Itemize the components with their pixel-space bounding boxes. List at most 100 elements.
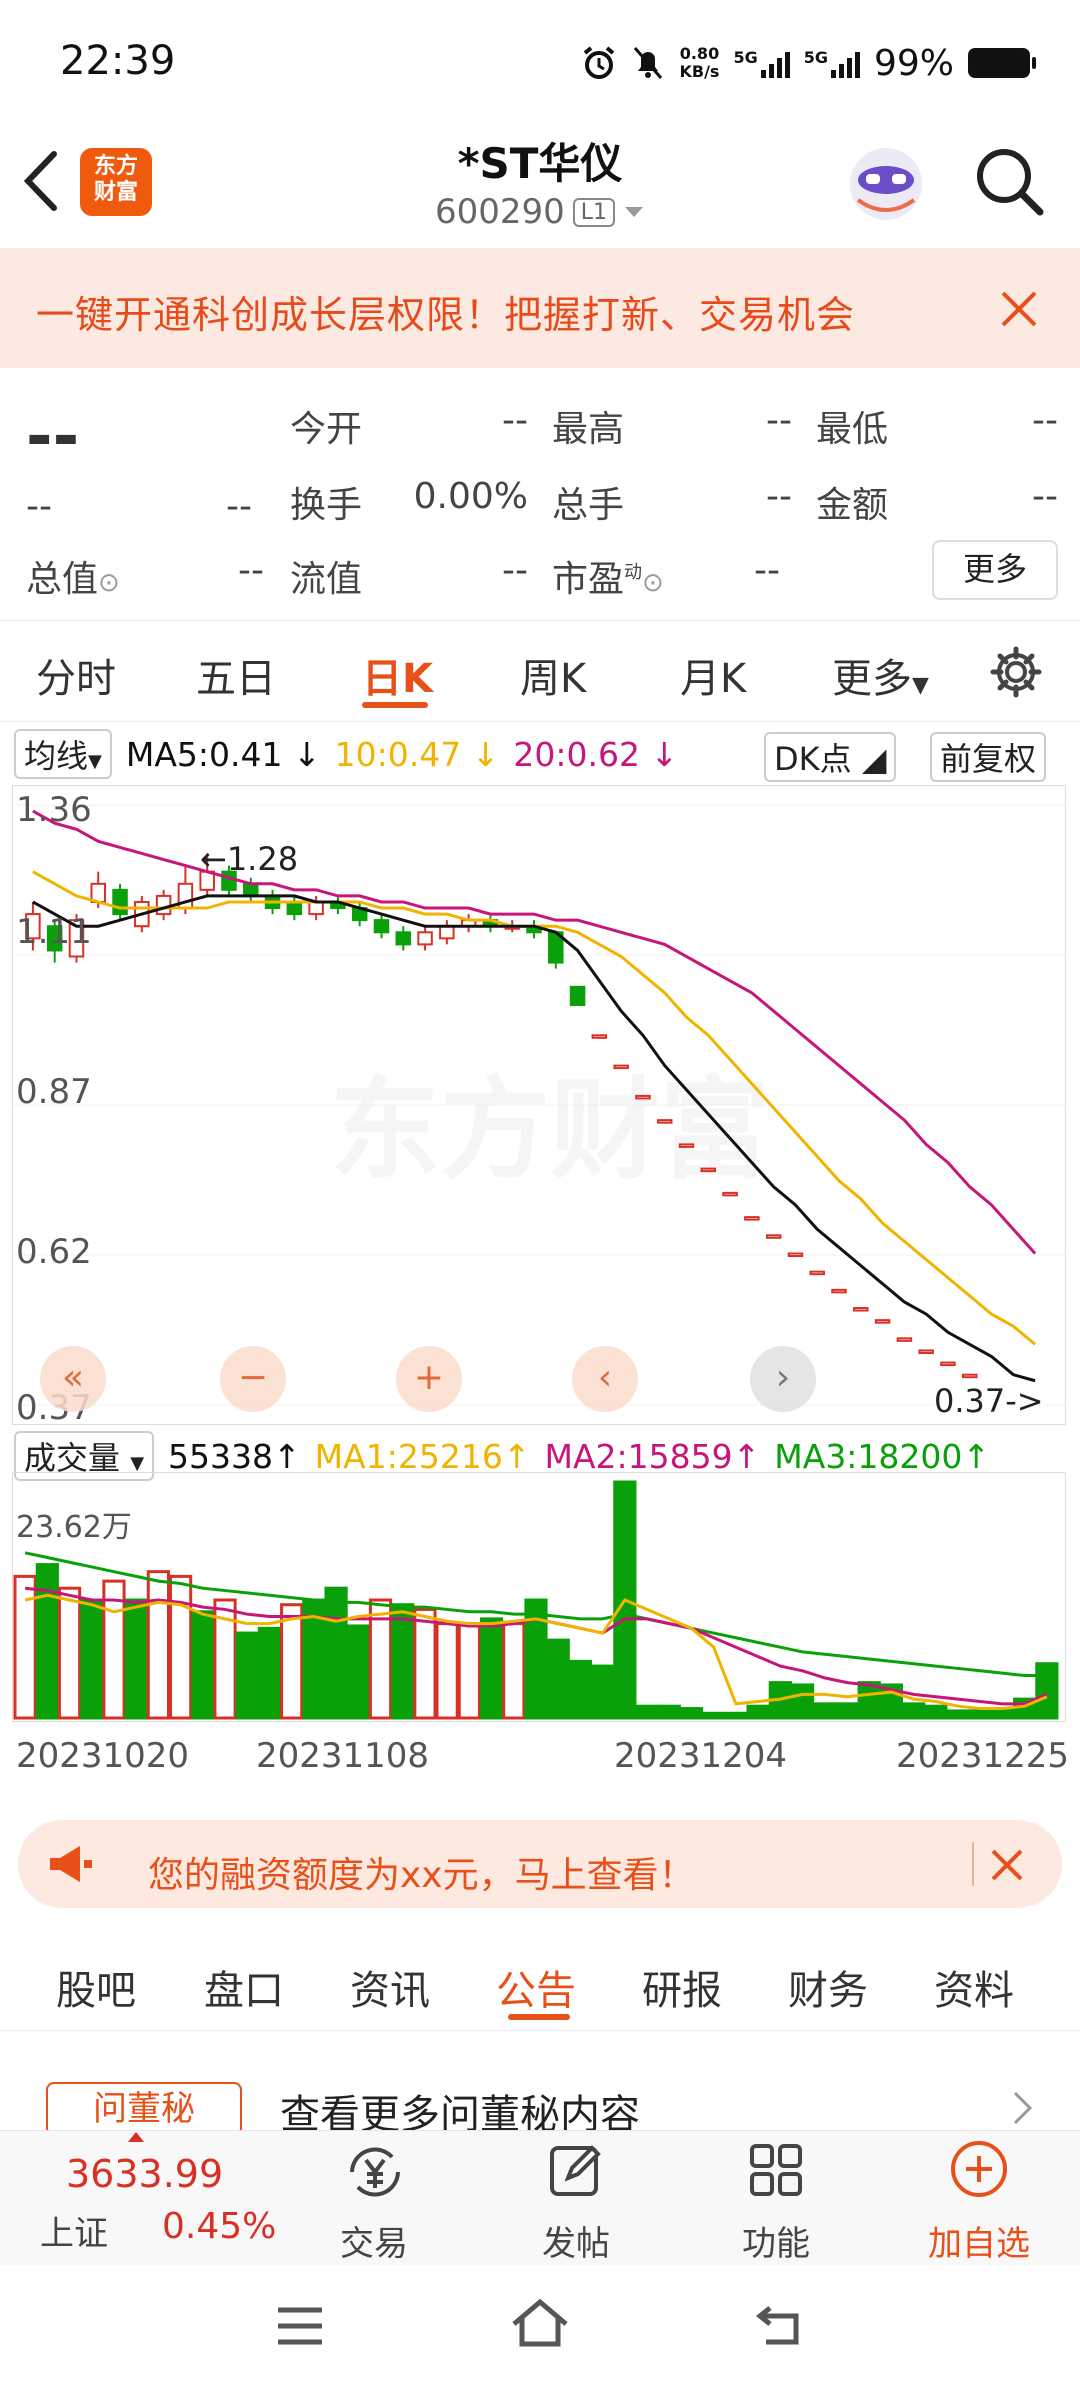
menu-icon[interactable] — [276, 2306, 324, 2346]
index-value[interactable]: 3633.99 — [66, 2152, 223, 2196]
mute-bell-icon — [634, 47, 663, 79]
candle-body — [243, 882, 259, 897]
zoom-in-button[interactable]: + — [396, 1346, 462, 1412]
candle-body — [722, 1191, 738, 1197]
tab-finance[interactable]: 财务 — [788, 1958, 868, 2016]
volume-bar — [324, 1586, 348, 1720]
volume-bar — [191, 1610, 215, 1720]
ma10-line — [32, 870, 1037, 1346]
dk-point-button[interactable]: DK点 ◢ — [764, 732, 897, 782]
add-watchlist-label[interactable]: 加自选 — [916, 2216, 1042, 2265]
tab-research[interactable]: 研报 — [642, 1958, 722, 2016]
open-value: -- — [502, 400, 528, 441]
close-icon[interactable] — [990, 1848, 1024, 1882]
level-badge: L1 — [572, 197, 616, 227]
candle-body — [831, 1288, 847, 1294]
candle-body — [112, 888, 128, 916]
candle-body — [678, 1143, 695, 1148]
status-icons: 0.80 KB/s 5G 5G 99% — [581, 38, 1036, 88]
price-axis-label: 1.11 — [16, 912, 92, 952]
kline-chart[interactable] — [12, 785, 1066, 1425]
scroll-first-button[interactable]: « — [40, 1346, 106, 1412]
scroll-prev-button[interactable]: ‹ — [572, 1346, 638, 1412]
chevron-right-icon — [1013, 2091, 1033, 2125]
post-label[interactable]: 发帖 — [516, 2216, 636, 2265]
high-label: 最高 — [552, 409, 625, 450]
candle-body — [155, 894, 172, 916]
volume-bar — [568, 1659, 593, 1720]
battery-icon — [968, 48, 1036, 78]
tab-intraday[interactable]: 分时 — [36, 646, 116, 704]
volume-bar — [346, 1624, 370, 1720]
vol-ma2-value: MA2:15859↑ — [544, 1436, 761, 1476]
tab-announcements[interactable]: 公告 — [496, 1958, 576, 2016]
trade-label[interactable]: 交易 — [314, 2216, 434, 2265]
index-change-pct: 0.45% — [162, 2206, 277, 2247]
alarm-icon — [584, 46, 615, 79]
tab-weekly-k[interactable]: 周K — [520, 646, 586, 704]
search-icon[interactable] — [974, 146, 1046, 218]
tab-monthly-k[interactable]: 月K — [680, 646, 746, 704]
pe-label[interactable]: 市盈动⊙ — [552, 550, 664, 602]
price-axis-label: 1.36 — [16, 790, 92, 830]
back-icon[interactable] — [756, 2304, 806, 2346]
post-edit-icon[interactable] — [546, 2140, 606, 2200]
stock-code: 600290 — [434, 192, 565, 232]
low-mark-label: 0.37-> — [934, 1382, 1044, 1420]
volume-bar — [724, 1711, 748, 1720]
tab-more[interactable]: 更多▼ — [832, 646, 929, 704]
total-value-label[interactable]: 总值⊙ — [26, 550, 120, 602]
tab-five-day[interactable]: 五日 — [196, 646, 276, 704]
volume-bar — [235, 1631, 259, 1720]
volume-bar — [35, 1563, 59, 1720]
volume-label: 总手 — [552, 485, 625, 526]
candle-body — [787, 1252, 804, 1257]
volume-bar — [968, 1709, 992, 1720]
volume-bar — [902, 1702, 926, 1720]
index-name: 上证 — [40, 2214, 108, 2254]
volume-chart[interactable] — [12, 1472, 1066, 1722]
amount-value: -- — [1032, 476, 1058, 517]
ma-select[interactable]: 均线▼ — [14, 729, 112, 779]
volume-bar — [746, 1704, 770, 1720]
function-grid-icon[interactable] — [748, 2142, 804, 2198]
candle-body — [700, 1167, 717, 1173]
scroll-next-button[interactable]: › — [750, 1346, 816, 1412]
volume-bar — [435, 1622, 459, 1720]
adjust-button[interactable]: 前复权 — [930, 732, 1047, 782]
margin-ad-text: 您的融资额度为xx元，马上查看！ — [148, 1855, 695, 1896]
ma20-line — [32, 809, 1037, 1255]
trade-yen-icon[interactable] — [342, 2142, 408, 2202]
date-label: 20231204 — [614, 1736, 788, 1776]
pe-value: -- — [754, 550, 780, 591]
tab-guba[interactable]: 股吧 — [56, 1958, 136, 2016]
high-value: -- — [766, 400, 792, 441]
candle-body — [853, 1307, 869, 1312]
tab-pankou[interactable]: 盘口 — [204, 1958, 284, 2016]
tab-profile[interactable]: 资料 — [934, 1958, 1014, 2016]
volume-bar — [57, 1586, 82, 1720]
total-value: -- — [238, 550, 264, 591]
promo-banner-text: 一键开通科创成长层权限！把握打新、交易机会 — [36, 293, 856, 337]
volume-bar — [924, 1704, 948, 1720]
price-change-pct: -- — [226, 486, 252, 527]
candle-body — [961, 1373, 978, 1379]
candle-body — [395, 931, 412, 946]
more-button[interactable]: 更多 — [932, 540, 1058, 600]
volume-bar — [635, 1704, 659, 1720]
volume-bar — [391, 1603, 415, 1720]
turnover-value: 0.00% — [413, 476, 528, 517]
low-label: 最低 — [816, 409, 889, 450]
function-label[interactable]: 功能 — [716, 2216, 836, 2265]
status-time: 22:39 — [60, 38, 176, 84]
candle-body — [286, 900, 303, 916]
tab-news[interactable]: 资讯 — [350, 1958, 430, 2016]
add-watchlist-icon[interactable] — [948, 2138, 1010, 2200]
close-icon[interactable] — [1000, 290, 1038, 328]
zoom-out-button[interactable]: − — [220, 1346, 286, 1412]
home-icon[interactable] — [510, 2298, 570, 2348]
settings-gear-icon[interactable] — [990, 646, 1042, 698]
ma5-line — [32, 894, 1036, 1383]
tab-daily-k[interactable]: 日K — [362, 646, 433, 704]
robot-assistant-icon[interactable] — [846, 140, 926, 226]
